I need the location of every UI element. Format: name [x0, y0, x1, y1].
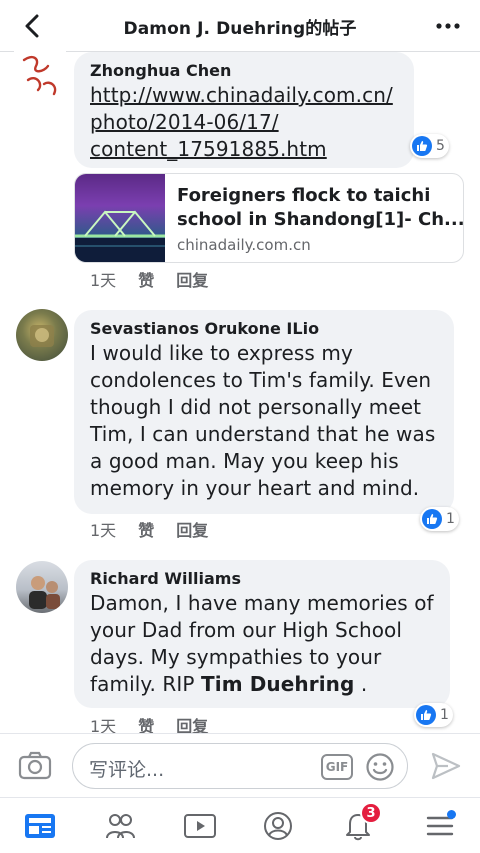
reply-button[interactable]: 回复 — [176, 267, 208, 291]
like-button[interactable]: 赞 — [138, 267, 154, 291]
comment-text-fragment: . — [354, 672, 368, 696]
comment-text-line: days. My sympathies to your — [90, 645, 382, 669]
nav-watch[interactable] — [180, 806, 220, 846]
comment-bubble: Richard Williams Damon, I have many memo… — [74, 560, 450, 708]
more-options-icon[interactable] — [434, 14, 462, 38]
camera-icon[interactable] — [18, 750, 52, 780]
comment-time: 1天 — [90, 271, 117, 290]
like-icon — [422, 509, 442, 529]
comment-text-line: I would like to express my — [90, 341, 353, 365]
comment-bubble: Zhonghua Chen http://www.chinadaily.com.… — [74, 52, 414, 168]
send-icon[interactable] — [430, 751, 462, 781]
comment-text-line: family. RIP Tim Duehring . — [90, 671, 434, 698]
nav-profile[interactable] — [258, 806, 298, 846]
nav-friends[interactable] — [100, 806, 140, 846]
nav-news-feed[interactable] — [20, 806, 60, 846]
comment-text-fragment: family. RIP — [90, 672, 202, 696]
link-preview-title: Foreigners flock to taichi — [177, 185, 431, 206]
gif-button[interactable]: GIF — [321, 754, 353, 780]
comment-text-line: Tim, I can understand that he was — [90, 422, 436, 446]
comment-input[interactable]: 写评论... GIF — [72, 743, 408, 789]
avatar[interactable] — [16, 309, 68, 361]
emoji-icon[interactable] — [365, 752, 395, 782]
comment-author[interactable]: Zhonghua Chen — [90, 60, 398, 82]
nav-notifications[interactable]: 3 — [338, 802, 382, 846]
reaction-badge[interactable]: 1 — [420, 507, 459, 531]
comment-time: 1天 — [90, 521, 117, 540]
like-icon — [416, 705, 436, 725]
comment-text-line: Damon, I have many memories of — [90, 591, 434, 615]
comment-actions: 1天 赞 回复 — [90, 267, 230, 291]
comment-bubble: Sevastianos Orukone ILio I would like to… — [74, 310, 454, 514]
reply-button[interactable]: 回复 — [176, 517, 208, 541]
comment-text-line: a good man. May you keep his — [90, 449, 399, 473]
mentioned-name[interactable]: Tim Duehring — [201, 672, 354, 696]
watch-icon — [184, 814, 216, 838]
comment-link[interactable]: photo/2014-06/17/ — [90, 109, 398, 136]
reaction-badge[interactable]: 1 — [414, 703, 453, 727]
comment-link[interactable]: content_17591885.htm — [90, 136, 398, 163]
page-title: Damon J. Duehring的帖子 — [123, 19, 357, 39]
reaction-count: 1 — [440, 707, 449, 723]
reaction-count: 1 — [446, 511, 455, 527]
link-preview-domain: chinadaily.com.cn — [177, 236, 311, 254]
comment-text-line: memory in your heart and mind. — [90, 476, 420, 500]
avatar[interactable] — [14, 50, 66, 102]
menu-notification-dot — [447, 810, 456, 819]
comment-text-line: though I did not personally meet — [90, 395, 422, 419]
comment-text-line: condolences to Tim's family. Even — [90, 368, 432, 392]
comment-composer: 写评论... GIF — [0, 733, 480, 797]
reaction-count: 5 — [436, 138, 445, 154]
link-preview-title: school in Shandong[1]- Ch... — [177, 209, 464, 230]
comment-input-placeholder: 写评论... — [89, 759, 165, 781]
comment-author[interactable]: Sevastianos Orukone ILio — [90, 318, 438, 340]
notification-count-badge: 3 — [360, 802, 382, 824]
link-preview-image — [75, 174, 165, 262]
avatar[interactable] — [16, 561, 68, 613]
reaction-badge[interactable]: 5 — [410, 134, 449, 158]
back-icon[interactable] — [18, 12, 46, 40]
comment-actions: 1天 赞 回复 — [90, 517, 230, 541]
nav-menu[interactable] — [420, 806, 460, 846]
comment-link[interactable]: http://www.chinadaily.com.cn/ — [90, 82, 398, 109]
like-icon — [412, 136, 432, 156]
like-button[interactable]: 赞 — [138, 517, 154, 541]
top-bar: Damon J. Duehring的帖子 — [0, 0, 480, 52]
comment-text-line: your Dad from our High School — [90, 618, 403, 642]
friends-icon — [106, 814, 135, 839]
comment-author[interactable]: Richard Williams — [90, 568, 434, 590]
link-preview[interactable]: Foreigners flock to taichi school in Sha… — [74, 173, 464, 263]
news-feed-icon — [25, 814, 55, 838]
bottom-navigation: 3 — [0, 797, 480, 853]
profile-icon — [264, 812, 292, 840]
